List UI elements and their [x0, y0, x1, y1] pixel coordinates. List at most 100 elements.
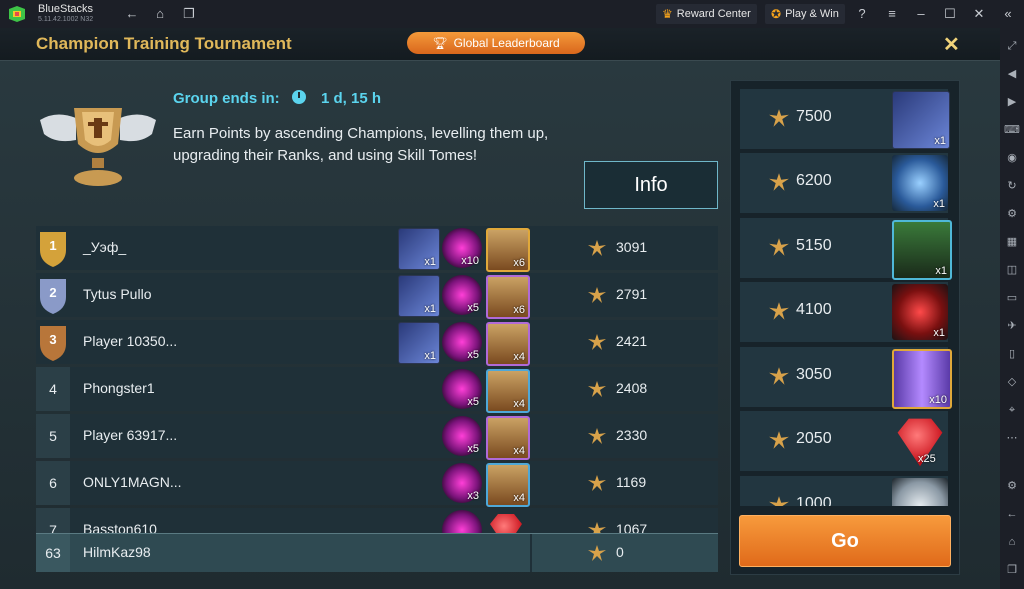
skill-tome-icon: x1 — [398, 322, 440, 364]
more-icon[interactable]: ⋯ — [1004, 430, 1020, 446]
potion-orb-icon: x5 — [442, 416, 482, 456]
info-button[interactable]: Info — [584, 161, 718, 209]
leaderboard-row[interactable]: 5 Player 63917... x5 x4 2330 — [36, 414, 718, 460]
player-points: 1169 — [616, 474, 647, 490]
shake-icon[interactable]: ▯ — [1004, 346, 1020, 362]
current-player-row[interactable]: 63 HilmKaz98 0 — [36, 533, 718, 572]
player-name: Player 63917... — [83, 427, 178, 443]
skill-tome-icon: x1 — [892, 91, 950, 149]
player-name: Phongster1 — [83, 380, 155, 396]
folder-icon[interactable]: ▭ — [1004, 290, 1020, 306]
recent-apps-icon[interactable]: ❐ — [1004, 562, 1020, 578]
chest-icon: x6 — [486, 275, 530, 319]
potion-orb-icon: x5 — [442, 275, 482, 315]
points-emblem-icon — [769, 109, 789, 127]
chest-icon: x4 — [486, 416, 530, 460]
tier-points: 4100 — [796, 301, 832, 318]
potion-orb-icon: x5 — [442, 322, 482, 362]
close-icon[interactable]: ✕ — [943, 32, 960, 57]
android-home-icon[interactable]: ⌂ — [1004, 534, 1020, 550]
reward-tier[interactable]: 7500 x1 — [740, 89, 950, 149]
macro-icon[interactable]: ⚙ — [1004, 206, 1020, 222]
points-emblem-icon — [588, 240, 606, 256]
play-win-button[interactable]: ✪ Play & Win — [765, 4, 845, 24]
points-emblem-icon — [588, 428, 606, 444]
points-emblem-icon — [769, 302, 789, 320]
tier-points: 2050 — [796, 430, 832, 447]
reward-quantity: x1 — [424, 303, 436, 315]
reward-tier[interactable]: 4100 x1 — [740, 282, 948, 342]
eraser-icon[interactable]: ◇ — [1004, 374, 1020, 390]
tier-points: 6200 — [796, 172, 832, 189]
reward-center-button[interactable]: ♛ Reward Center — [656, 4, 757, 24]
leaderboard-row[interactable]: 3 Player 10350... x1 x5 x4 2421 — [36, 320, 718, 366]
go-button[interactable]: Go — [739, 515, 951, 567]
reward-quantity: x6 — [513, 257, 525, 269]
potion-orb-icon: x5 — [442, 369, 482, 409]
rank-number: 3 — [49, 332, 57, 347]
reward-tier[interactable]: 3050 x10 — [740, 347, 952, 409]
reward-quantity: x4 — [513, 445, 525, 457]
reward-quantity: x1 — [933, 327, 945, 339]
leaderboard-row[interactable]: 1 _Уэф_ x1 x10 x6 3091 — [36, 226, 718, 272]
rank-number: 2 — [49, 285, 57, 300]
reward-quantity: x1 — [935, 265, 947, 277]
points-emblem-icon — [769, 367, 789, 385]
app-title: BlueStacks — [38, 3, 94, 15]
player-name: Tytus Pullo — [83, 286, 152, 302]
chest-icon: x6 — [486, 228, 530, 272]
rotate-icon[interactable]: ↻ — [1004, 178, 1020, 194]
minimize-icon[interactable]: – — [913, 6, 929, 22]
home-icon[interactable]: ⌂ — [152, 6, 168, 22]
screenshot-icon[interactable]: ◫ — [1004, 262, 1020, 278]
skill-tome-icon: x1 — [398, 228, 440, 270]
settings-icon[interactable]: ⚙ — [1004, 478, 1020, 494]
points-emblem-icon — [769, 431, 789, 449]
rank-number: 63 — [36, 534, 70, 572]
leaderboard-row[interactable]: 4 Phongster1 x5 x4 2408 — [36, 367, 718, 413]
crown-icon: ♛ — [662, 7, 673, 21]
gold-shield-icon: 1 — [38, 228, 68, 268]
points-emblem-icon — [588, 475, 606, 491]
leaderboard-row[interactable]: 6 ONLY1MAGN... x3 x4 1169 — [36, 461, 718, 507]
tier-points: 3050 — [796, 366, 832, 383]
tier-points: 1000 — [796, 495, 832, 506]
reward-quantity: x1 — [934, 135, 946, 147]
window-titlebar: BlueStacks 5.11.42.1002 N32 ← ⌂ ❐ ♛ Rewa… — [0, 0, 1024, 28]
rank-number: 5 — [36, 414, 70, 458]
back-icon[interactable]: ← — [124, 6, 140, 22]
android-back-icon[interactable]: ← — [1004, 506, 1020, 522]
reward-tier[interactable]: 1000 — [740, 476, 948, 506]
leaderboard-row[interactable]: 2 Tytus Pullo x1 x5 x6 2791 — [36, 273, 718, 319]
global-leaderboard-button[interactable]: 🏆︎ Global Leaderboard — [407, 32, 585, 54]
media-icon[interactable]: ▶ — [1004, 94, 1020, 110]
tier-points: 5150 — [796, 237, 832, 254]
airplane-icon[interactable]: ✈ — [1004, 318, 1020, 334]
group-ends-label: Group ends in: — [173, 90, 280, 107]
location-icon[interactable]: ⌖ — [1004, 402, 1020, 418]
help-icon[interactable]: ? — [854, 6, 870, 22]
close-window-icon[interactable]: ✕ — [971, 6, 987, 22]
silver-coin-icon — [892, 478, 948, 506]
multi-instance-icon[interactable]: ❐ — [181, 6, 197, 22]
reward-tiers-panel: 7500 x1 6200 x1 5150 x1 4100 x1 3050 x10… — [730, 80, 960, 575]
maximize-icon[interactable]: ☐ — [942, 6, 958, 22]
reward-tier[interactable]: 6200 x1 — [740, 153, 948, 213]
chest-icon: x4 — [486, 369, 530, 413]
reward-quantity: x1 — [424, 256, 436, 268]
reward-tier[interactable]: 5150 x1 — [740, 218, 952, 280]
fullscreen-icon[interactable]: ⤢ — [1004, 38, 1020, 54]
collapse-sidebar-icon[interactable]: « — [1000, 6, 1016, 22]
divider — [530, 534, 532, 572]
menu-icon[interactable]: ≡ — [884, 6, 900, 22]
points-emblem-icon — [769, 496, 789, 506]
reward-tier[interactable]: 2050 x25 — [740, 411, 948, 471]
player-points: 0 — [616, 544, 624, 560]
keyboard-icon[interactable]: ⌨ — [1004, 122, 1020, 138]
record-icon[interactable]: ◉ — [1004, 150, 1020, 166]
rank-number: 1 — [49, 238, 57, 253]
game-screen: Champion Training Tournament 🏆︎ Global L… — [0, 28, 1000, 589]
apk-icon[interactable]: ▦ — [1004, 234, 1020, 250]
volume-icon[interactable]: ◀ — [1004, 66, 1020, 82]
reward-quantity: x5 — [467, 302, 479, 314]
